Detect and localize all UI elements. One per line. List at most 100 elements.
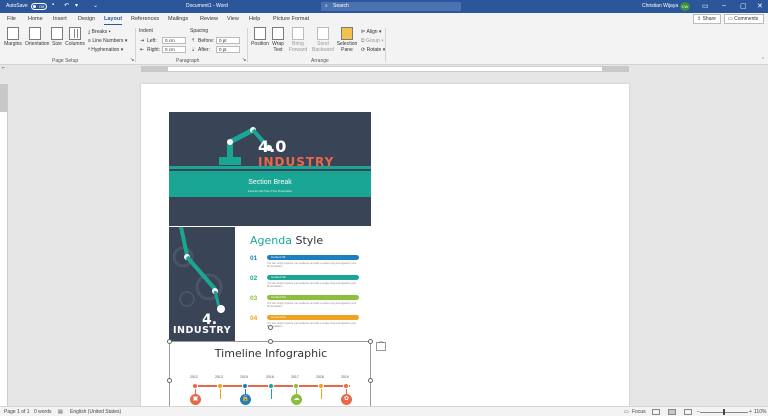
web-layout-button[interactable] bbox=[684, 409, 692, 415]
slide-image-timeline[interactable]: Timeline Infographic 2012 2013 2015 2016… bbox=[169, 341, 371, 416]
page-setup-launcher-icon[interactable]: ↘ bbox=[130, 57, 134, 63]
size-button[interactable]: Size bbox=[47, 27, 67, 47]
ribbon-display-icon[interactable]: ▭ bbox=[702, 2, 709, 10]
resize-handle-right[interactable] bbox=[368, 378, 373, 383]
resize-handle-top[interactable] bbox=[268, 339, 273, 344]
tab-mailings[interactable]: Mailings bbox=[168, 16, 188, 22]
selection-pane-button[interactable]: Selection Pane bbox=[336, 27, 358, 53]
wrap-text-button[interactable]: Wrap Text bbox=[268, 27, 288, 53]
resize-handle-left[interactable] bbox=[167, 378, 172, 383]
group-separator bbox=[135, 28, 136, 62]
margins-button[interactable]: Margins bbox=[3, 27, 23, 47]
spacing-after-input[interactable]: 0 pt bbox=[216, 46, 240, 53]
ribbon-layout: Margins Orientation Size Columns ⤓ Break… bbox=[0, 25, 768, 65]
timeline-year: 2019 bbox=[341, 375, 349, 379]
section-break-title: Section Break bbox=[248, 179, 292, 186]
group-button[interactable]: ⧉ Group ▾ bbox=[361, 38, 383, 44]
proofing-icon[interactable]: ▤ bbox=[58, 409, 63, 415]
timeline-title: Timeline Infographic bbox=[214, 347, 328, 360]
share-button[interactable]: ⇪ Share bbox=[693, 14, 721, 24]
minimize-icon[interactable]: – bbox=[722, 2, 726, 9]
layout-options-icon[interactable]: ⌒ bbox=[376, 342, 386, 351]
indent-left-icon: ⇥ bbox=[140, 38, 145, 44]
close-icon[interactable]: ✕ bbox=[757, 2, 763, 10]
tab-file[interactable]: File bbox=[7, 16, 16, 22]
customize-toolbar-icon[interactable]: ⌄ bbox=[93, 2, 98, 9]
word-count[interactable]: 0 words bbox=[34, 409, 52, 415]
tab-home[interactable]: Home bbox=[28, 16, 43, 22]
indent-right-input[interactable]: 0 cm bbox=[162, 46, 186, 53]
timeline-stem bbox=[321, 389, 322, 399]
paragraph-launcher-icon[interactable]: ↘ bbox=[242, 57, 246, 63]
timeline-year: 2015 bbox=[240, 375, 248, 379]
tab-picture-format[interactable]: Picture Format bbox=[273, 16, 309, 22]
read-mode-button[interactable] bbox=[652, 409, 660, 415]
orientation-button[interactable]: Orientation bbox=[25, 27, 49, 47]
tab-help[interactable]: Help bbox=[249, 16, 260, 22]
bring-forward-button[interactable]: Bring Forward bbox=[287, 27, 309, 53]
tab-selector-icon[interactable]: ⌐ bbox=[2, 65, 5, 71]
language-status[interactable]: English (United States) bbox=[70, 409, 121, 415]
style-word: Style bbox=[295, 234, 324, 247]
tab-references[interactable]: References bbox=[131, 16, 159, 22]
spacing-before-input[interactable]: 0 pt bbox=[216, 37, 240, 44]
slide-image-section-break[interactable]: Section Break Insert the Sub Title of Yo… bbox=[169, 112, 371, 226]
document-title: Document1 - Word bbox=[186, 3, 228, 9]
undo-icon[interactable]: ↶ bbox=[64, 2, 69, 9]
orientation-label: Orientation bbox=[25, 41, 50, 47]
breaks-button[interactable]: ⤓ Breaks ▾ bbox=[88, 29, 111, 35]
horizontal-ruler[interactable]: ⌐ bbox=[0, 65, 768, 73]
autosave-label: AutoSave bbox=[6, 3, 28, 9]
focus-icon[interactable]: ▭ bbox=[624, 409, 629, 415]
tab-view[interactable]: View bbox=[227, 16, 239, 22]
slide-image-agenda[interactable]: 4. INDUSTRY Agenda Style 01 Content 01 Y… bbox=[169, 227, 371, 341]
margins-icon bbox=[7, 27, 19, 40]
search-box[interactable]: ⌕ Search bbox=[321, 2, 461, 11]
maximize-icon[interactable]: ▢ bbox=[740, 2, 747, 10]
agenda-bar: Content 03 bbox=[267, 295, 359, 300]
position-button[interactable]: Position bbox=[250, 27, 270, 47]
spacing-before-icon: ⇡ bbox=[191, 38, 196, 44]
send-backward-button[interactable]: Send Backward bbox=[311, 27, 335, 53]
ruler-track bbox=[141, 66, 629, 72]
rotate-button[interactable]: ⟳ Rotate ▾ bbox=[361, 47, 385, 53]
margins-label: Margins bbox=[4, 41, 22, 47]
columns-button[interactable]: Columns bbox=[65, 27, 85, 47]
align-button[interactable]: ⊫ Align ▾ bbox=[361, 29, 382, 35]
agenda-title: Agenda Style bbox=[250, 234, 323, 247]
briefcase-icon: ▣ bbox=[190, 394, 201, 405]
resize-handle-top-left[interactable] bbox=[167, 339, 172, 344]
collapse-ribbon-icon[interactable]: ⌃ bbox=[761, 57, 765, 63]
zoom-slider-thumb[interactable] bbox=[723, 409, 725, 415]
indent-right-label: Right: bbox=[147, 47, 161, 53]
zoom-level[interactable]: 110% bbox=[754, 409, 766, 415]
ruler-left-margin bbox=[141, 66, 168, 72]
undo-dropdown-icon[interactable]: ▾ bbox=[75, 2, 78, 9]
line-numbers-button[interactable]: ≡ Line Numbers ▾ bbox=[88, 38, 127, 44]
timeline-year: 2012 bbox=[190, 375, 198, 379]
tab-layout[interactable]: Layout bbox=[104, 16, 123, 25]
rotate-handle[interactable] bbox=[268, 325, 273, 330]
user-name[interactable]: Christian Wijaya bbox=[642, 3, 678, 9]
section-break-subtitle: Insert the Sub Title of Your Presentatio… bbox=[247, 190, 293, 193]
tab-insert[interactable]: Insert bbox=[53, 16, 67, 22]
print-layout-button[interactable] bbox=[668, 409, 676, 415]
avatar[interactable]: CW bbox=[680, 2, 690, 11]
comments-button[interactable]: ▭ Comments bbox=[724, 14, 764, 24]
page-count[interactable]: Page 1 of 1 bbox=[4, 409, 30, 415]
spacing-after-label: After: bbox=[198, 47, 210, 53]
focus-label[interactable]: Focus bbox=[632, 409, 646, 415]
orientation-icon bbox=[29, 27, 41, 40]
resize-handle-top-right[interactable] bbox=[368, 339, 373, 344]
vertical-ruler[interactable] bbox=[0, 84, 8, 406]
tab-review[interactable]: Review bbox=[200, 16, 218, 22]
title-bar: AutoSave Off ▪ ↶ ▾ ⌄ Document1 - Word ⌕ … bbox=[0, 0, 768, 13]
tab-design[interactable]: Design bbox=[78, 16, 95, 22]
spacing-after-icon: ⇣ bbox=[191, 47, 196, 53]
indent-left-input[interactable]: 0 cm bbox=[162, 37, 186, 44]
save-icon[interactable]: ▪ bbox=[52, 2, 54, 8]
hyphenation-button[interactable]: ª Hyphenation ▾ bbox=[88, 47, 123, 53]
zoom-in-icon[interactable]: + bbox=[749, 409, 752, 415]
autosave-toggle[interactable]: Off bbox=[31, 3, 47, 10]
gear-icon: ✿ bbox=[341, 394, 352, 405]
